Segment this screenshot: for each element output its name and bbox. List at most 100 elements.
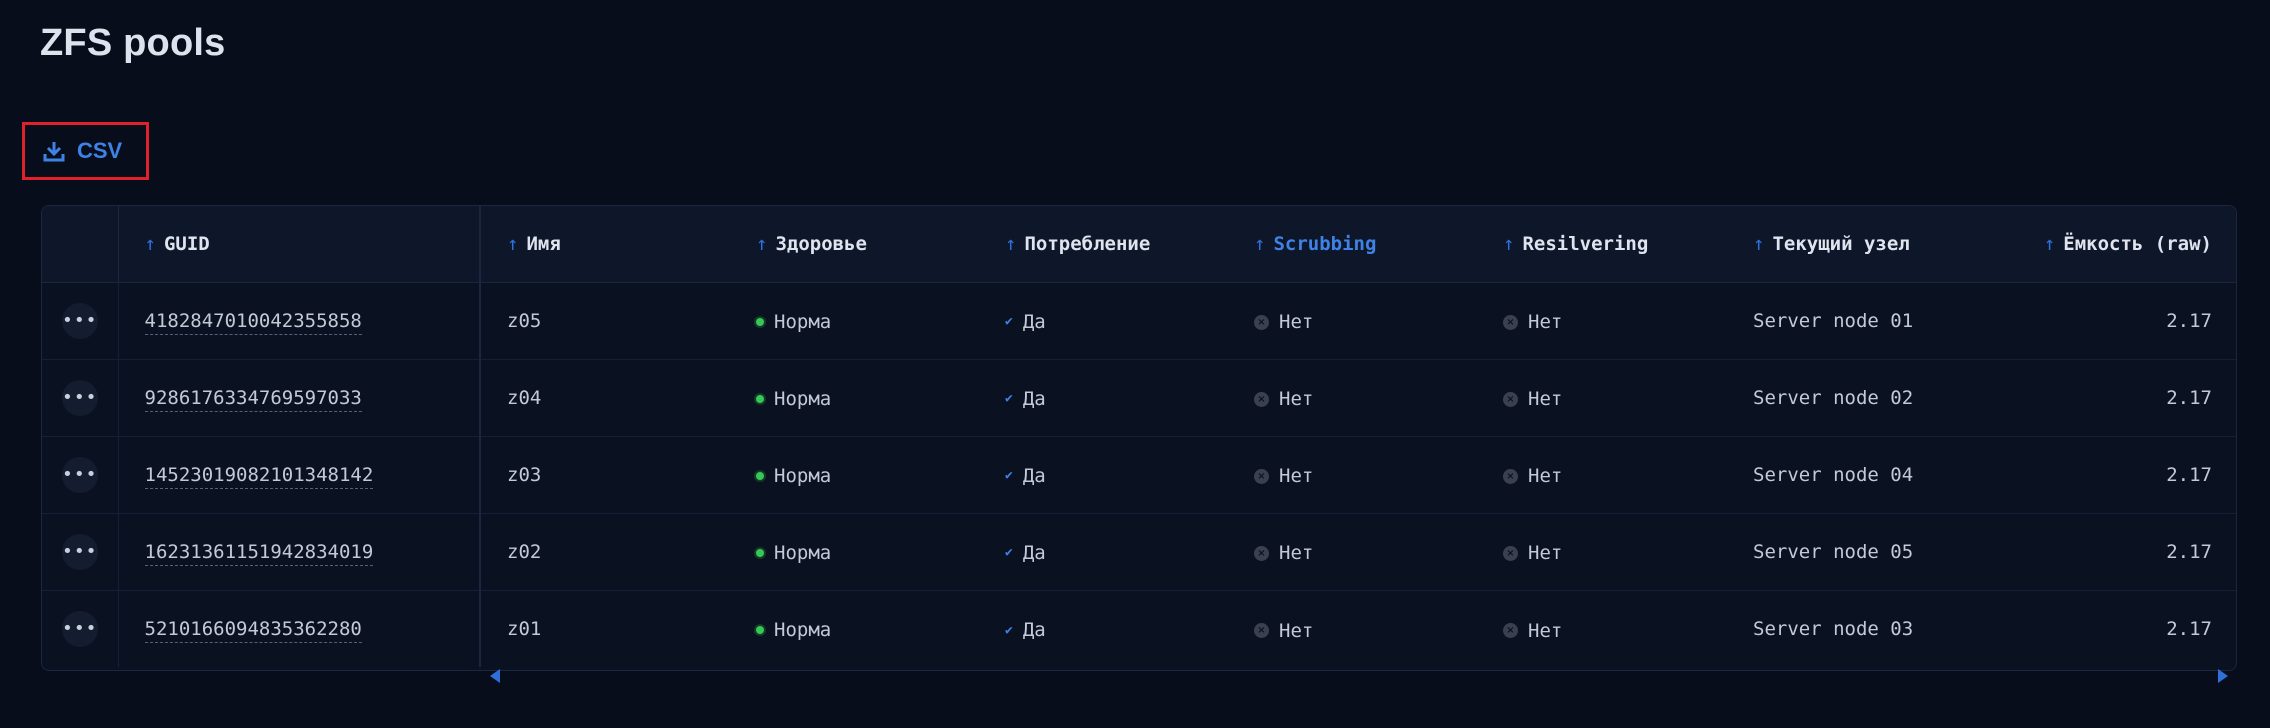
cell-name: z01 — [479, 590, 730, 667]
table-row: ••• 14523019082101348142 z03 Норма ✔ Да × Нет × Н… — [42, 436, 2236, 513]
download-icon — [43, 140, 65, 162]
sort-arrow-up-icon[interactable]: ↑ — [145, 233, 156, 255]
table-header-row: ↑ GUID ↑ Имя ↑ Здоровье ↑ Потребление ↑ Scrubbing… — [42, 206, 2236, 283]
cell-capacity: 2.17 — [1976, 436, 2236, 513]
sort-arrow-up-icon[interactable]: ↑ — [507, 233, 518, 255]
check-icon: ✔ — [1005, 391, 1013, 407]
cell-consumption: ✔ Да — [979, 282, 1228, 359]
consumption-status: Да — [1022, 387, 1046, 410]
consumption-status: Да — [1022, 310, 1046, 333]
csv-export-button[interactable]: CSV — [22, 122, 149, 180]
pool-name: z01 — [507, 617, 542, 640]
scrubbing-status: Нет — [1279, 388, 1314, 411]
cell-scrubbing: × Нет — [1228, 359, 1477, 436]
cell-node: Server node 04 — [1727, 436, 1976, 513]
sort-arrow-up-icon[interactable]: ↑ — [1005, 233, 1016, 255]
health-status: Норма — [774, 541, 832, 564]
column-header-label: Здоровье — [775, 232, 867, 255]
consumption-status: Да — [1022, 619, 1046, 641]
cell-health: Норма — [730, 513, 979, 590]
scrubbing-status: Нет — [1279, 542, 1314, 565]
cell-capacity: 2.17 — [1976, 282, 2236, 359]
column-header-capacity[interactable]: ↑ Ёмкость (raw) — [1976, 206, 2236, 283]
cell-guid: 14523019082101348142 — [118, 436, 480, 513]
column-header-label: Потребление — [1024, 232, 1151, 255]
pool-name: z03 — [507, 463, 542, 486]
scroll-left-arrow[interactable] — [490, 669, 500, 683]
cell-consumption: ✔ Да — [979, 513, 1228, 590]
x-circle-icon: × — [1254, 468, 1269, 484]
column-header-label: Текущий узел — [1772, 232, 1910, 255]
more-horizontal-icon[interactable]: ••• — [61, 379, 98, 416]
cell-resilvering: × Нет — [1477, 436, 1727, 513]
consumption-status: Да — [1022, 464, 1046, 487]
guid-link[interactable]: 4182847010042355858 — [144, 309, 362, 335]
row-actions-cell: ••• — [42, 513, 119, 590]
check-icon: ✔ — [1005, 468, 1013, 484]
x-circle-icon: × — [1254, 623, 1269, 638]
sort-arrow-up-icon[interactable]: ↑ — [756, 233, 767, 255]
more-horizontal-icon[interactable]: ••• — [61, 533, 98, 570]
more-horizontal-icon[interactable]: ••• — [61, 456, 98, 493]
column-header-consumption[interactable]: ↑ Потребление — [979, 206, 1228, 283]
resilvering-status: Нет — [1528, 542, 1563, 565]
current-node: Server node 04 — [1753, 463, 1914, 486]
status-ok-icon — [756, 471, 764, 480]
sort-arrow-up-icon[interactable]: ↑ — [2044, 233, 2055, 255]
guid-link[interactable]: 14523019082101348142 — [144, 463, 374, 489]
pool-name: z05 — [507, 309, 542, 332]
column-header-node[interactable]: ↑ Текущий узел — [1727, 206, 1976, 283]
scroll-right-arrow[interactable] — [2218, 669, 2228, 683]
cell-health: Норма — [730, 282, 979, 359]
capacity-value: 2.17 — [2166, 309, 2212, 332]
more-horizontal-icon[interactable]: ••• — [61, 610, 98, 647]
column-header-label: Resilvering — [1522, 232, 1649, 255]
sort-arrow-up-icon[interactable]: ↑ — [1503, 233, 1514, 255]
guid-link[interactable]: 9286176334769597033 — [144, 386, 362, 412]
cell-guid: 16231361151942834019 — [118, 513, 480, 590]
x-circle-icon: × — [1254, 314, 1269, 330]
row-actions-cell: ••• — [42, 359, 119, 436]
column-header-label: Scrubbing — [1273, 232, 1377, 255]
x-circle-icon: × — [1503, 468, 1518, 484]
check-icon: ✔ — [1005, 314, 1013, 330]
x-circle-icon: × — [1503, 314, 1518, 330]
cell-scrubbing: × Нет — [1228, 590, 1477, 667]
pool-name: z02 — [507, 540, 542, 563]
sort-arrow-up-icon[interactable]: ↑ — [1753, 233, 1764, 255]
column-header-scrubbing[interactable]: ↑ Scrubbing — [1228, 206, 1477, 283]
health-status: Норма — [774, 310, 832, 333]
cell-health: Норма — [730, 436, 979, 513]
cell-name: z04 — [479, 359, 730, 436]
table-row: ••• 16231361151942834019 z02 Норма ✔ Да × Нет × Н… — [42, 513, 2236, 590]
column-header-name[interactable]: ↑ Имя — [479, 206, 730, 283]
cell-node: Server node 05 — [1727, 513, 1976, 590]
table-row: ••• 5210166094835362280 z01 Норма ✔ Да × Нет × Не… — [42, 590, 2236, 667]
guid-link[interactable]: 5210166094835362280 — [144, 617, 362, 643]
resilvering-status: Нет — [1528, 311, 1563, 334]
scrubbing-status: Нет — [1279, 311, 1314, 334]
cell-resilvering: × Нет — [1477, 282, 1727, 359]
cell-resilvering: × Нет — [1477, 513, 1727, 590]
page-title: ZFS pools — [40, 22, 226, 64]
cell-resilvering: × Нет — [1477, 359, 1727, 436]
status-ok-icon — [756, 548, 764, 557]
row-actions-cell: ••• — [42, 436, 119, 513]
x-circle-icon: × — [1503, 623, 1518, 638]
more-horizontal-icon[interactable]: ••• — [61, 302, 98, 339]
current-node: Server node 05 — [1753, 540, 1914, 563]
guid-link[interactable]: 16231361151942834019 — [144, 540, 374, 566]
cell-name: z03 — [479, 436, 730, 513]
sort-arrow-up-icon[interactable]: ↑ — [1254, 233, 1265, 255]
x-circle-icon: × — [1254, 545, 1269, 561]
current-node: Server node 02 — [1753, 386, 1914, 409]
capacity-value: 2.17 — [2166, 463, 2212, 486]
column-header-guid[interactable]: ↑ GUID — [118, 206, 480, 283]
cell-scrubbing: × Нет — [1228, 513, 1477, 590]
cell-guid: 9286176334769597033 — [118, 359, 480, 436]
x-circle-icon: × — [1503, 391, 1518, 407]
column-header-health[interactable]: ↑ Здоровье — [730, 206, 979, 283]
resilvering-status: Нет — [1528, 388, 1563, 411]
column-header-resilvering[interactable]: ↑ Resilvering — [1477, 206, 1727, 283]
scrubbing-status: Нет — [1279, 465, 1314, 488]
